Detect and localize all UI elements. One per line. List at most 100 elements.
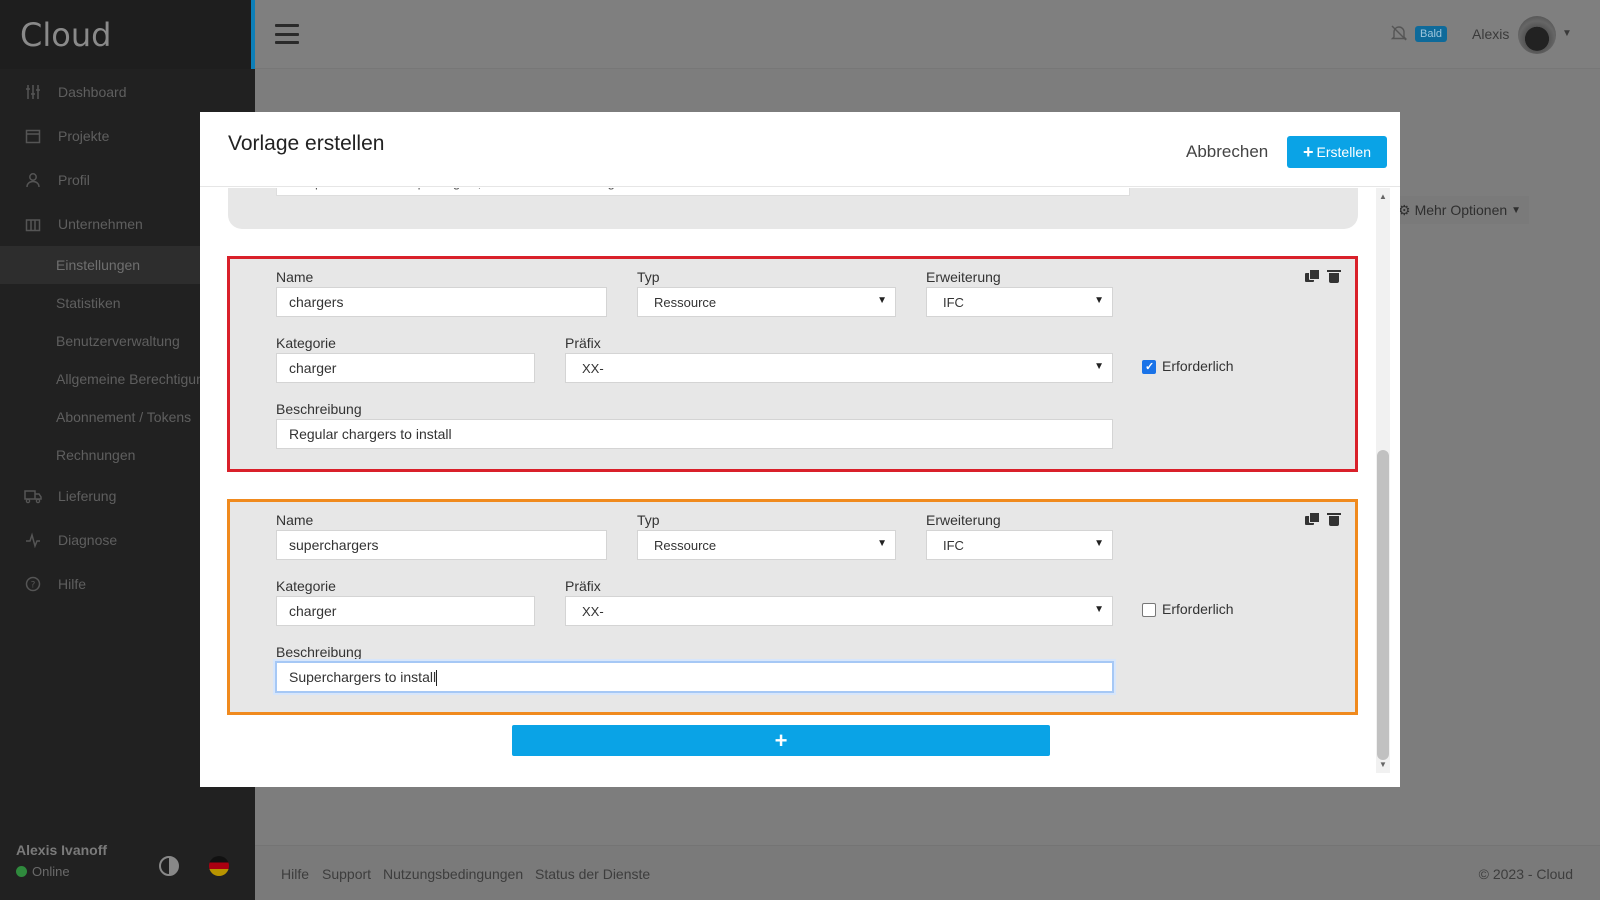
type-label: Typ [637, 269, 660, 285]
category-label: Kategorie [276, 578, 336, 594]
text-cursor [436, 670, 438, 687]
modal-body: The point cloud of the parking lot, must… [200, 188, 1400, 787]
sidebar-item-label: Profil [58, 172, 90, 188]
extension-label: Erweiterung [926, 512, 1001, 528]
create-button-label: Erstellen [1316, 144, 1371, 160]
sidebar-user-name: Alexis Ivanoff [16, 842, 108, 858]
pulse-icon [24, 531, 42, 549]
modal-title: Vorlage erstellen [228, 132, 385, 155]
scrollbar-thumb[interactable] [1377, 450, 1389, 760]
extension-select[interactable]: IFC ▼ [926, 530, 1113, 560]
status-badge: Bald [1415, 26, 1448, 42]
plus-icon: + [1303, 141, 1314, 162]
prefix-label: Präfix [565, 578, 601, 594]
required-checkbox[interactable] [1142, 603, 1156, 617]
category-input[interactable]: charger [276, 353, 535, 383]
type-select[interactable]: Ressource ▼ [637, 530, 896, 560]
description-input[interactable]: Regular chargers to install [276, 419, 1113, 449]
description-input-value: Superchargers to install [289, 669, 437, 685]
german-flag-icon[interactable] [209, 856, 229, 876]
extension-label: Erweiterung [926, 269, 1001, 285]
calendar-icon [24, 127, 42, 145]
bell-off-icon[interactable] [1390, 24, 1408, 47]
sidebar-subitem-label: Benutzerverwaltung [56, 333, 180, 349]
chevron-down-icon: ▼ [877, 295, 887, 306]
modal-header: Vorlage erstellen Abbrechen + Erstellen [200, 112, 1400, 187]
chevron-down-icon[interactable]: ▼ [1562, 28, 1572, 39]
create-button[interactable]: + Erstellen [1287, 136, 1387, 168]
sidebar-user-panel: Alexis Ivanoff Online [0, 824, 255, 900]
topbar: Bald Alexis ▼ [255, 0, 1600, 69]
sliders-icon [24, 83, 42, 101]
chevron-down-icon: ▼ [877, 538, 887, 549]
more-options-button[interactable]: ⚙ Mehr Optionen ▼ [1392, 196, 1529, 224]
previous-description-field[interactable]: The point cloud of the parking lot, must… [276, 188, 1130, 196]
building-icon [24, 215, 42, 233]
required-label: Erforderlich [1162, 601, 1234, 617]
trash-icon[interactable] [1327, 512, 1341, 526]
category-label: Kategorie [276, 335, 336, 351]
description-label: Beschreibung [276, 644, 362, 660]
help-icon: ? [24, 575, 42, 593]
required-label: Erforderlich [1162, 358, 1234, 374]
footer-link-support[interactable]: Support [322, 866, 371, 882]
user-status-label: Online [32, 864, 70, 879]
chevron-down-icon: ▼ [1094, 538, 1104, 549]
scroll-up-icon[interactable]: ▲ [1379, 192, 1387, 201]
category-input[interactable]: charger [276, 596, 535, 626]
type-select-value: Ressource [654, 538, 717, 553]
description-label: Beschreibung [276, 401, 362, 417]
name-label: Name [276, 512, 314, 528]
name-input[interactable]: chargers [276, 287, 607, 317]
sidebar-subitem-label: Rechnungen [56, 447, 136, 463]
truck-icon [24, 487, 42, 505]
chevron-down-icon: ▼ [1094, 295, 1104, 306]
sidebar-item-label: Dashboard [58, 84, 127, 100]
resource-card-superchargers: Name superchargers Typ Ressource ▼ Erweit… [227, 499, 1358, 715]
sidebar-subitem-label: Abonnement / Tokens [56, 409, 192, 425]
sidebar-item-label: Diagnose [58, 532, 118, 548]
brand-name: Cloud [20, 15, 112, 54]
page-footer: Hilfe Support Nutzungsbedingungen Status… [255, 845, 1600, 900]
chevron-down-icon: ▼ [1094, 604, 1104, 615]
footer-link-hilfe[interactable]: Hilfe [281, 866, 309, 882]
required-checkbox[interactable] [1142, 360, 1156, 374]
description-input[interactable]: Superchargers to install [275, 661, 1114, 693]
extension-select[interactable]: IFC ▼ [926, 287, 1113, 317]
extension-select-value: IFC [943, 295, 964, 310]
sidebar-item-label: Projekte [58, 128, 110, 144]
hamburger-menu-icon[interactable] [275, 24, 299, 44]
copyright: © 2023 - Cloud [1478, 866, 1573, 882]
sidebar-item-label: Hilfe [58, 576, 87, 592]
copy-icon[interactable] [1305, 512, 1320, 526]
topbar-username[interactable]: Alexis [1472, 26, 1509, 42]
footer-link-nutzungsbedingungen[interactable]: Nutzungsbedingungen [383, 866, 523, 882]
avatar[interactable] [1518, 16, 1556, 54]
prefix-select-value: XX- [582, 604, 604, 619]
prefix-select[interactable]: XX- ▼ [565, 353, 1113, 383]
card-tools [1305, 512, 1341, 526]
copy-icon[interactable] [1305, 269, 1320, 283]
prefix-select[interactable]: XX- ▼ [565, 596, 1113, 626]
footer-link-status[interactable]: Status der Dienste [535, 866, 650, 882]
create-template-modal: Vorlage erstellen Abbrechen +Erstellen T… [200, 112, 1400, 787]
chevron-down-icon: ▼ [1511, 204, 1522, 216]
sidebar-subitem-label: Statistiken [56, 295, 121, 311]
online-dot-icon [16, 866, 27, 877]
name-input[interactable]: superchargers [276, 530, 607, 560]
trash-icon[interactable] [1327, 269, 1341, 283]
svg-text:?: ? [31, 581, 36, 591]
type-select[interactable]: Ressource ▼ [637, 287, 896, 317]
sidebar-item-dashboard[interactable]: Dashboard [0, 70, 255, 114]
contrast-toggle-icon[interactable] [159, 856, 179, 876]
brand-logo[interactable]: Cloud [0, 0, 255, 69]
chevron-down-icon: ▼ [1094, 361, 1104, 372]
scroll-down-icon[interactable]: ▼ [1379, 760, 1387, 769]
modal-scrollbar[interactable]: ▲ ▼ [1376, 188, 1390, 773]
prefix-label: Präfix [565, 335, 601, 351]
cancel-button[interactable]: Abbrechen [1186, 142, 1268, 162]
user-status: Online [16, 864, 239, 879]
sidebar-item-label: Unternehmen [58, 216, 143, 232]
sidebar-item-label: Lieferung [58, 488, 117, 504]
add-resource-button[interactable]: + [512, 725, 1050, 756]
